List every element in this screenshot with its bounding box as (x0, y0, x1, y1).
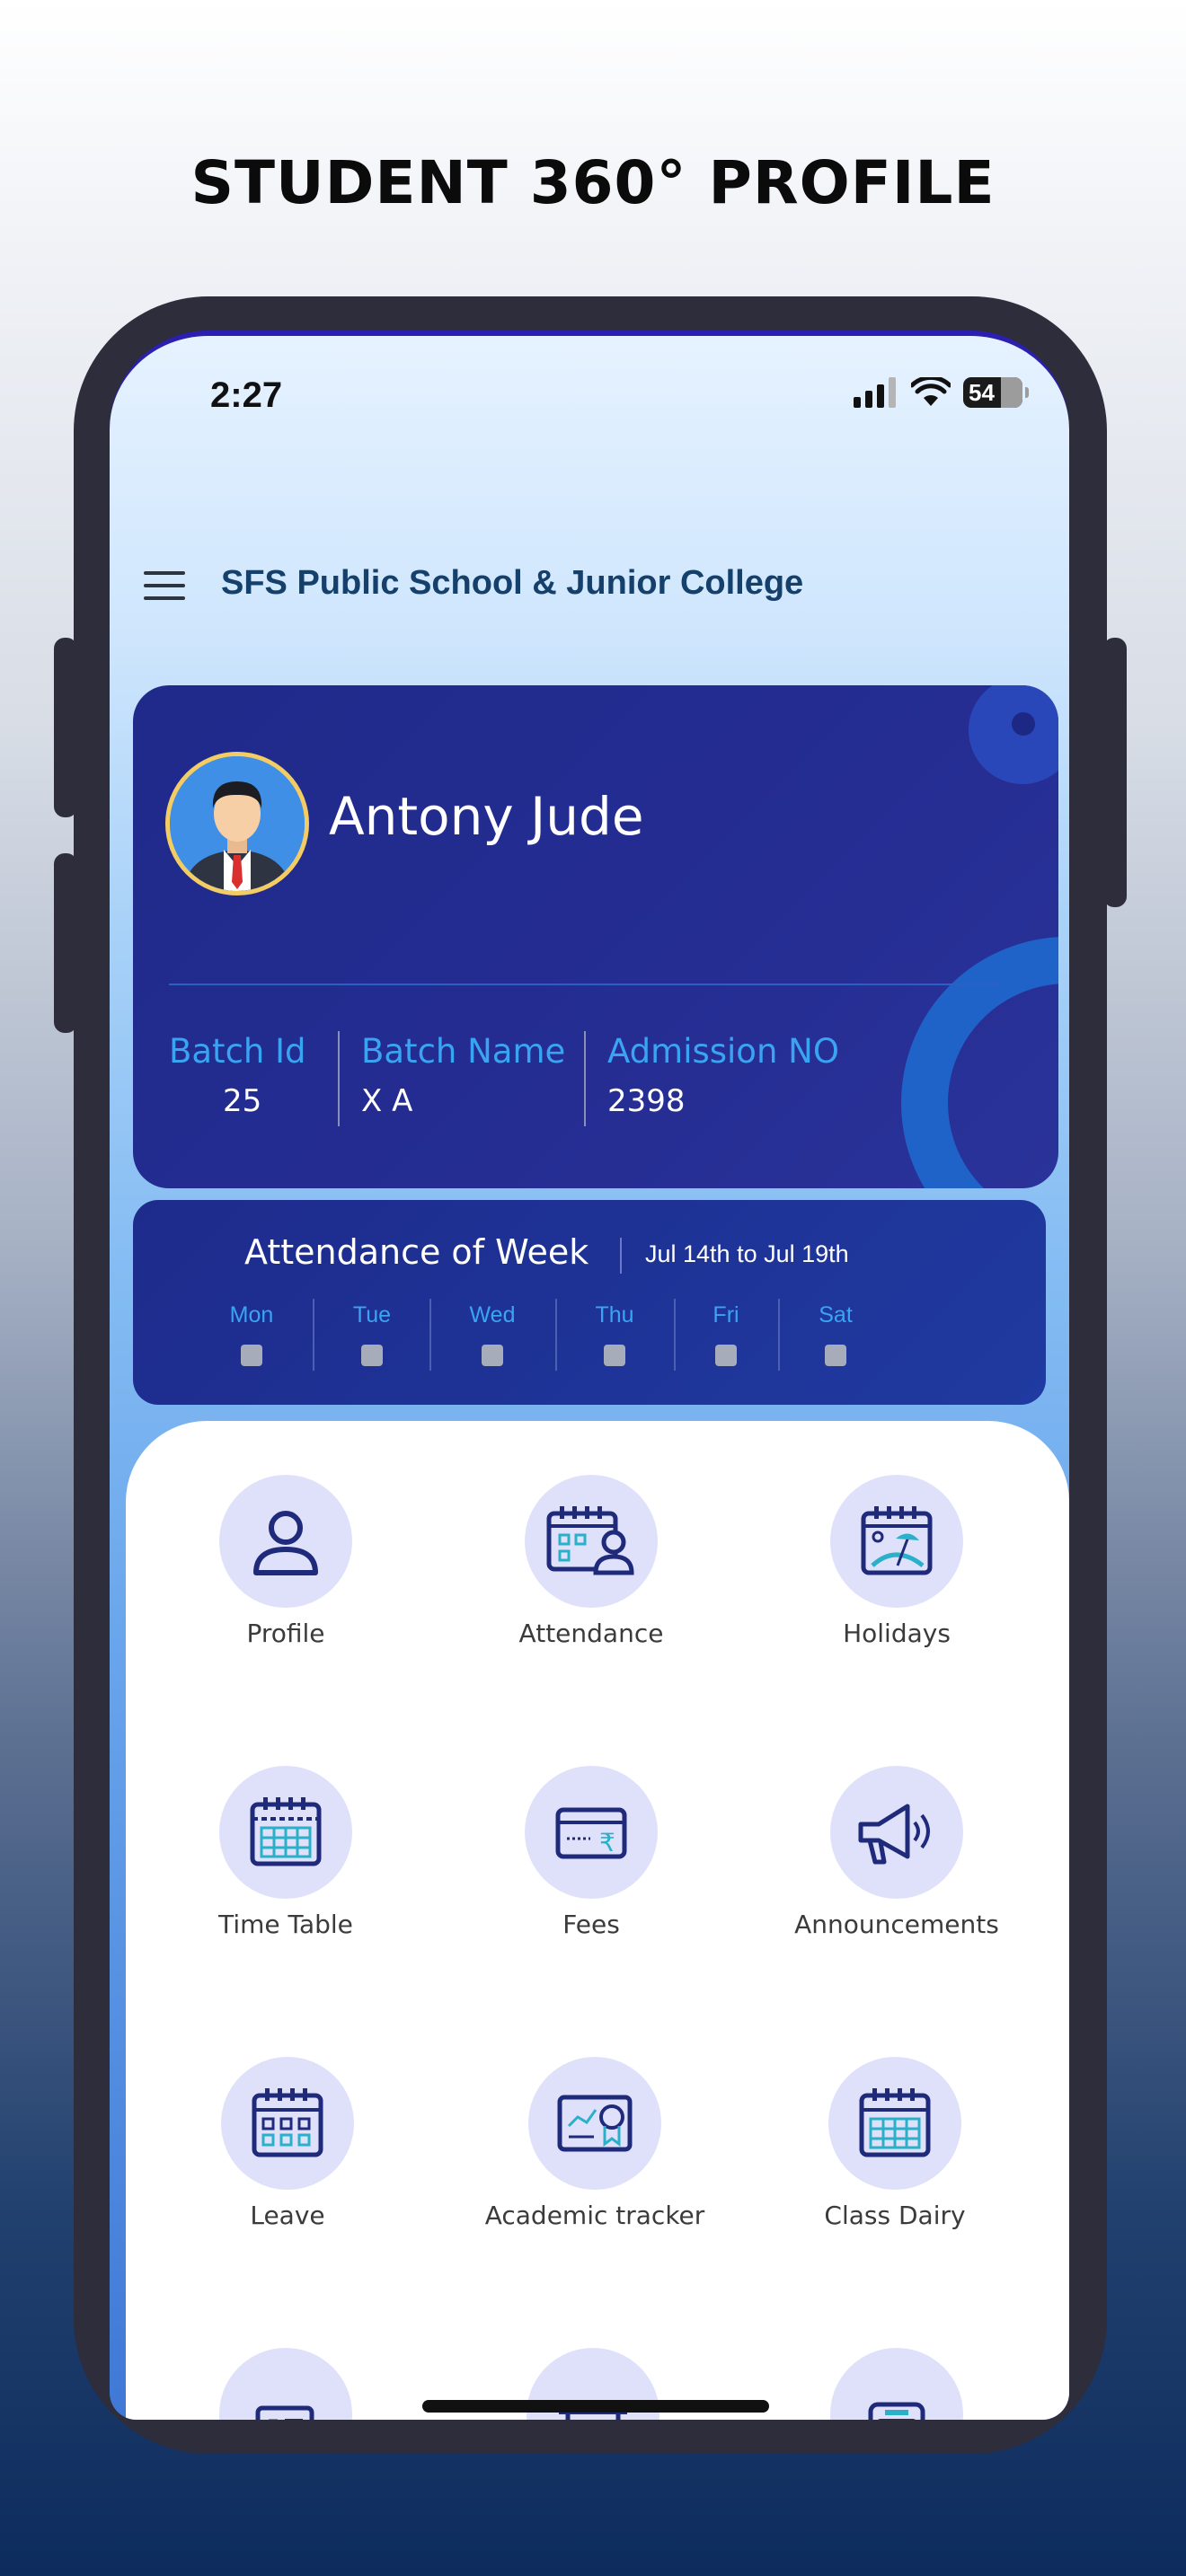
menu-label: Holidays (843, 1619, 951, 1648)
day-label: Thu (595, 1302, 634, 1328)
wifi-icon (911, 377, 951, 406)
diary-calendar-icon (859, 2088, 931, 2157)
attendance-status-box (482, 1345, 503, 1366)
person-icon (253, 1511, 318, 1575)
day-mon: Mon (216, 1302, 288, 1366)
menu-label: Time Table (218, 1910, 353, 1939)
menu-holidays[interactable]: Holidays (780, 1475, 1013, 1648)
admission-value: 2398 (607, 1083, 686, 1119)
menu-class-dairy[interactable]: Class Dairy (778, 2057, 1012, 2230)
attendance-status-box (604, 1345, 625, 1366)
menu-grid-panel: Profile Attendance Holidays Time Table ₹… (126, 1421, 1069, 2420)
menu-label: Attendance (518, 1619, 664, 1648)
hamburger-menu-icon[interactable] (144, 571, 185, 602)
attendance-status-box (715, 1345, 737, 1366)
avatar[interactable] (165, 752, 309, 895)
menu-item-partial[interactable] (169, 2348, 403, 2420)
desk-icon (559, 2409, 627, 2420)
school-title: SFS Public School & Junior College (221, 564, 804, 602)
attendance-status-box (241, 1345, 262, 1366)
menu-label: Academic tracker (484, 2201, 705, 2230)
day-separator (778, 1299, 780, 1371)
menu-profile[interactable]: Profile (169, 1475, 403, 1648)
day-separator (429, 1299, 431, 1371)
batch-name-group: Batch Name X A (361, 1032, 565, 1119)
title-separator (620, 1238, 622, 1274)
menu-label: Fees (562, 1910, 620, 1939)
svg-text:₹: ₹ (599, 1828, 615, 1857)
batch-id-group: Batch Id 25 (169, 1032, 306, 1119)
card-divider (169, 984, 999, 985)
decorative-circle (969, 685, 1058, 784)
menu-label: Profile (246, 1619, 325, 1648)
day-sat: Sat (800, 1302, 872, 1366)
power-button (1103, 638, 1127, 907)
status-icons: 54 (854, 374, 1029, 411)
menu-announcements[interactable]: Announcements (780, 1766, 1013, 1939)
menu-attendance[interactable]: Attendance (474, 1475, 708, 1648)
student-avatar-icon (170, 756, 305, 891)
menu-label: Announcements (794, 1910, 999, 1939)
certificate-chart-icon (557, 2095, 633, 2152)
volume-down-button (54, 853, 77, 1033)
info-separator (338, 1031, 340, 1126)
decorative-ring (901, 937, 1058, 1188)
admission-label: Admission NO (607, 1032, 839, 1071)
attendance-status-box (825, 1345, 846, 1366)
day-separator (555, 1299, 557, 1371)
menu-academic-tracker[interactable]: Academic tracker (478, 2057, 712, 2230)
student-name: Antony Jude (329, 786, 644, 847)
leave-calendar-icon (252, 2088, 323, 2157)
status-time: 2:27 (210, 375, 283, 415)
batch-id-label: Batch Id (169, 1032, 306, 1071)
menu-leave[interactable]: Leave (171, 2057, 404, 2230)
volume-up-button (54, 638, 77, 817)
attendance-calendar-icon (546, 1506, 634, 1575)
attendance-date-range: Jul 14th to Jul 19th (645, 1240, 849, 1267)
page-headline: STUDENT 360° PROFILE (190, 148, 996, 217)
attendance-status-box (361, 1345, 383, 1366)
day-label: Fri (712, 1302, 739, 1328)
id-card-icon (255, 2405, 314, 2420)
menu-label: Class Dairy (824, 2201, 966, 2230)
day-label: Wed (469, 1302, 516, 1328)
info-separator (584, 1031, 586, 1126)
day-thu: Thu (579, 1302, 651, 1366)
home-indicator[interactable] (422, 2400, 769, 2413)
app-screen: 2:27 54 SFS Public School & Junior Colle… (110, 331, 1069, 2420)
admission-group: Admission NO 2398 (607, 1032, 839, 1119)
menu-time-table[interactable]: Time Table (169, 1766, 403, 1939)
batch-name-value: X A (361, 1083, 413, 1119)
student-profile-card: Antony Jude Batch Id 25 Batch Name X A A… (133, 685, 1058, 1188)
battery-level: 54 (969, 378, 995, 406)
megaphone-icon (858, 1804, 930, 1865)
timetable-calendar-icon (250, 1797, 322, 1866)
phone-frame: 2:27 54 SFS Public School & Junior Colle… (54, 296, 1127, 2454)
rupee-card-icon: ₹ (555, 1807, 627, 1859)
batch-name-label: Batch Name (361, 1032, 566, 1071)
day-tue: Tue (336, 1302, 408, 1366)
menu-fees[interactable]: ₹ Fees (474, 1766, 708, 1939)
attendance-title: Attendance of Week (244, 1232, 589, 1272)
day-label: Sat (819, 1302, 853, 1328)
day-separator (674, 1299, 676, 1371)
holiday-calendar-icon (861, 1506, 933, 1575)
day-wed: Wed (456, 1302, 528, 1366)
cellular-signal-icon (854, 377, 896, 408)
day-fri: Fri (690, 1302, 762, 1366)
day-label: Mon (229, 1302, 274, 1328)
day-separator (313, 1299, 314, 1371)
bus-icon (868, 2402, 925, 2420)
batch-id-value: 25 (223, 1083, 262, 1119)
menu-item-partial[interactable] (780, 2348, 1013, 2420)
attendance-week-card[interactable]: Attendance of Week Jul 14th to Jul 19th … (133, 1200, 1046, 1405)
day-label: Tue (352, 1302, 392, 1328)
menu-label: Leave (250, 2201, 325, 2230)
battery-icon: 54 (963, 377, 1029, 408)
